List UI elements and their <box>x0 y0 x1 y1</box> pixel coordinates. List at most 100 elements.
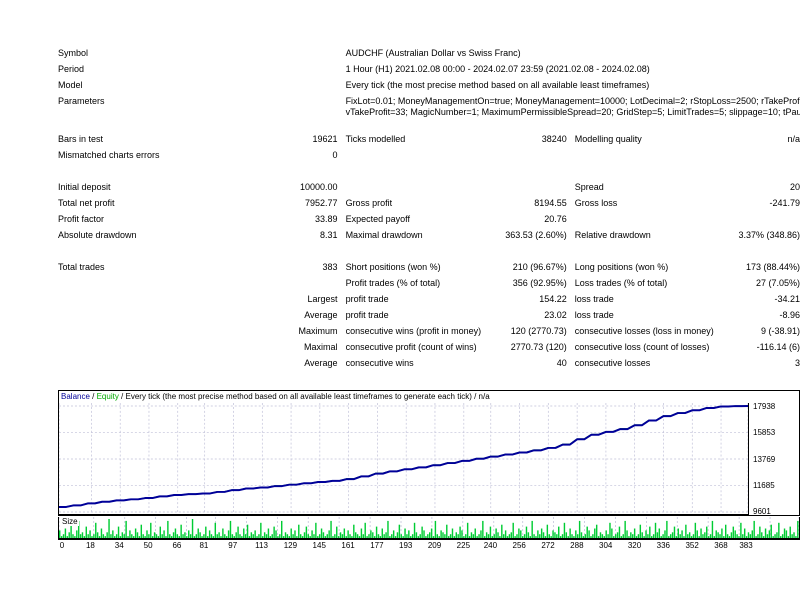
long-positions-label: Long positions (won %) <box>574 262 669 272</box>
initial-deposit-label: Initial deposit <box>58 182 111 192</box>
table-row-symbol: Symbol AUDCHF (Australian Dollar vs Swis… <box>58 48 800 64</box>
chart-plot-area <box>59 403 749 515</box>
x-axis-tick-1: 18 <box>85 541 95 550</box>
symbol-value: AUDCHF (Australian Dollar vs Swiss Franc… <box>345 48 521 58</box>
avg-consecutive-wins-label: consecutive wins <box>345 358 414 368</box>
x-axis-tick-4: 66 <box>172 541 182 550</box>
bars-in-test-value: 19621 <box>312 134 338 144</box>
balance-equity-chart: Balance / Equity / Every tick (the most … <box>58 390 800 516</box>
table-row-largest: Largest profit trade 154.22 loss trade -… <box>58 294 800 310</box>
average-loss-trade-label: loss trade <box>574 310 614 320</box>
table-row-bars-in-test: Bars in test 19621 Ticks modelled 38240 … <box>58 134 800 150</box>
maximal-drawdown-value: 363.53 (2.60%) <box>505 230 567 240</box>
table-row-total-net-profit: Total net profit 7952.77 Gross profit 81… <box>58 198 800 214</box>
total-net-profit-label: Total net profit <box>58 198 115 208</box>
size-bars-svg <box>59 517 799 539</box>
parameters-line-2: vTakeProfit=33; MagicNumber=1; MaximumPe… <box>345 107 800 117</box>
x-axis-tick-15: 240 <box>483 541 498 550</box>
x-axis-tick-23: 368 <box>714 541 728 550</box>
parameters-value: FixLot=0.01; MoneyManagementOn=true; Mon… <box>342 96 800 118</box>
spread-value: 20 <box>789 182 800 192</box>
x-axis-tick-22: 352 <box>685 541 699 550</box>
maximal-consecutive-profit-label: consecutive profit (count of wins) <box>345 342 477 352</box>
gross-loss-label: Gross loss <box>574 198 618 208</box>
absolute-drawdown-value: 8.31 <box>320 230 338 240</box>
x-axis-tick-13: 209 <box>427 541 442 550</box>
report-table: Symbol AUDCHF (Australian Dollar vs Swis… <box>58 48 800 374</box>
x-axis-tick-19: 304 <box>598 541 613 550</box>
spacer-row <box>58 246 800 262</box>
table-row-average-consecutive: Average consecutive wins 40 consecutive … <box>58 358 800 374</box>
legend-balance: Balance <box>61 392 90 401</box>
maximum-label: Maximum <box>298 326 338 336</box>
x-axis-tick-12: 193 <box>399 541 413 550</box>
model-label: Model <box>58 80 83 90</box>
balance-equity-svg <box>59 403 748 515</box>
chart-y-axis: 17938 15853 13769 11685 9601 <box>749 403 799 516</box>
x-axis-tick-17: 272 <box>541 541 555 550</box>
bars-in-test-label: Bars in test <box>58 134 104 144</box>
table-row-total-trades: Total trades 383 Short positions (won %)… <box>58 262 800 278</box>
loss-trades-label: Loss trades (% of total) <box>574 278 668 288</box>
table-row-initial-deposit: Initial deposit 10000.00 Spread 20 <box>58 182 800 198</box>
total-trades-value: 383 <box>322 262 338 272</box>
maximal-consecutive-loss-label: consecutive loss (count of losses) <box>574 342 710 352</box>
initial-deposit-value: 10000.00 <box>300 182 338 192</box>
modelling-quality-label: Modelling quality <box>574 134 642 144</box>
x-axis-tick-8: 129 <box>283 541 298 550</box>
average-loss-trade-value: -8.96 <box>779 310 800 320</box>
legend-separator: / <box>89 392 97 401</box>
y-axis-tick-1: 15853 <box>753 427 776 437</box>
ticks-modelled-value: 38240 <box>541 134 567 144</box>
x-axis-tick-11: 177 <box>370 541 384 550</box>
largest-profit-trade-label: profit trade <box>345 294 389 304</box>
gross-profit-label: Gross profit <box>345 198 393 208</box>
table-row-absolute-drawdown: Absolute drawdown 8.31 Maximal drawdown … <box>58 230 800 246</box>
short-positions-value: 210 (96.67%) <box>512 262 567 272</box>
chart-x-axis: 0 18 34 50 66 81 97 113 129 145 161 177 193 209 225 240… <box>58 541 753 555</box>
spread-label: Spread <box>574 182 604 192</box>
x-axis-tick-18: 288 <box>570 541 584 550</box>
max-consecutive-wins-label: consecutive wins (profit in money) <box>345 326 482 336</box>
relative-drawdown-label: Relative drawdown <box>574 230 651 240</box>
y-axis-tick-3: 11685 <box>753 481 775 491</box>
maximal-drawdown-label: Maximal drawdown <box>345 230 423 240</box>
x-axis-tick-2: 34 <box>114 541 124 550</box>
y-axis-tick-4: 9601 <box>753 507 771 516</box>
x-axis-tick-6: 97 <box>228 541 238 550</box>
relative-drawdown-value: 3.37% (348.86) <box>738 230 800 240</box>
x-axis-tick-21: 336 <box>656 541 670 550</box>
average-profit-trade-label: profit trade <box>345 310 389 320</box>
expected-payoff-value: 20.76 <box>544 214 567 224</box>
profit-trades-label: Profit trades (% of total) <box>345 278 441 288</box>
profit-factor-value: 33.89 <box>315 214 338 224</box>
mismatched-charts-errors-label: Mismatched charts errors <box>58 150 160 160</box>
short-positions-label: Short positions (won %) <box>345 262 441 272</box>
largest-loss-trade-value: -34.21 <box>774 294 800 304</box>
table-row-period: Period 1 Hour (H1) 2021.02.08 00:00 - 20… <box>58 64 800 80</box>
strategy-tester-report: Symbol AUDCHF (Australian Dollar vs Swis… <box>58 48 800 374</box>
average-label: Average <box>304 310 338 320</box>
long-positions-value: 173 (88.44%) <box>745 262 800 272</box>
table-row-maximum-consecutive: Maximum consecutive wins (profit in mone… <box>58 326 800 342</box>
x-axis-tick-10: 161 <box>341 541 355 550</box>
x-axis-tick-16: 256 <box>512 541 526 550</box>
table-row-mismatched-errors: Mismatched charts errors 0 <box>58 150 800 166</box>
profit-factor-label: Profit factor <box>58 214 105 224</box>
x-axis-tick-20: 320 <box>627 541 642 550</box>
maximal-label: Maximal <box>304 342 338 352</box>
largest-loss-trade-label: loss trade <box>574 294 614 304</box>
gross-profit-value: 8194.55 <box>534 198 567 208</box>
table-row-profit-trades: Profit trades (% of total) 356 (92.95%) … <box>58 278 800 294</box>
modelling-quality-value: n/a <box>787 134 800 144</box>
spacer-row <box>58 166 800 182</box>
x-axis-tick-24: 383 <box>739 541 753 550</box>
legend-equity: Equity <box>96 392 119 401</box>
parameters-line-1: FixLot=0.01; MoneyManagementOn=true; Mon… <box>345 96 800 106</box>
spacer-row <box>58 118 800 134</box>
symbol-label: Symbol <box>58 48 89 58</box>
total-net-profit-value: 7952.77 <box>305 198 338 208</box>
table-row-model: Model Every tick (the most precise metho… <box>58 80 800 96</box>
largest-profit-trade-value: 154.22 <box>539 294 567 304</box>
model-value: Every tick (the most precise method base… <box>345 80 650 90</box>
